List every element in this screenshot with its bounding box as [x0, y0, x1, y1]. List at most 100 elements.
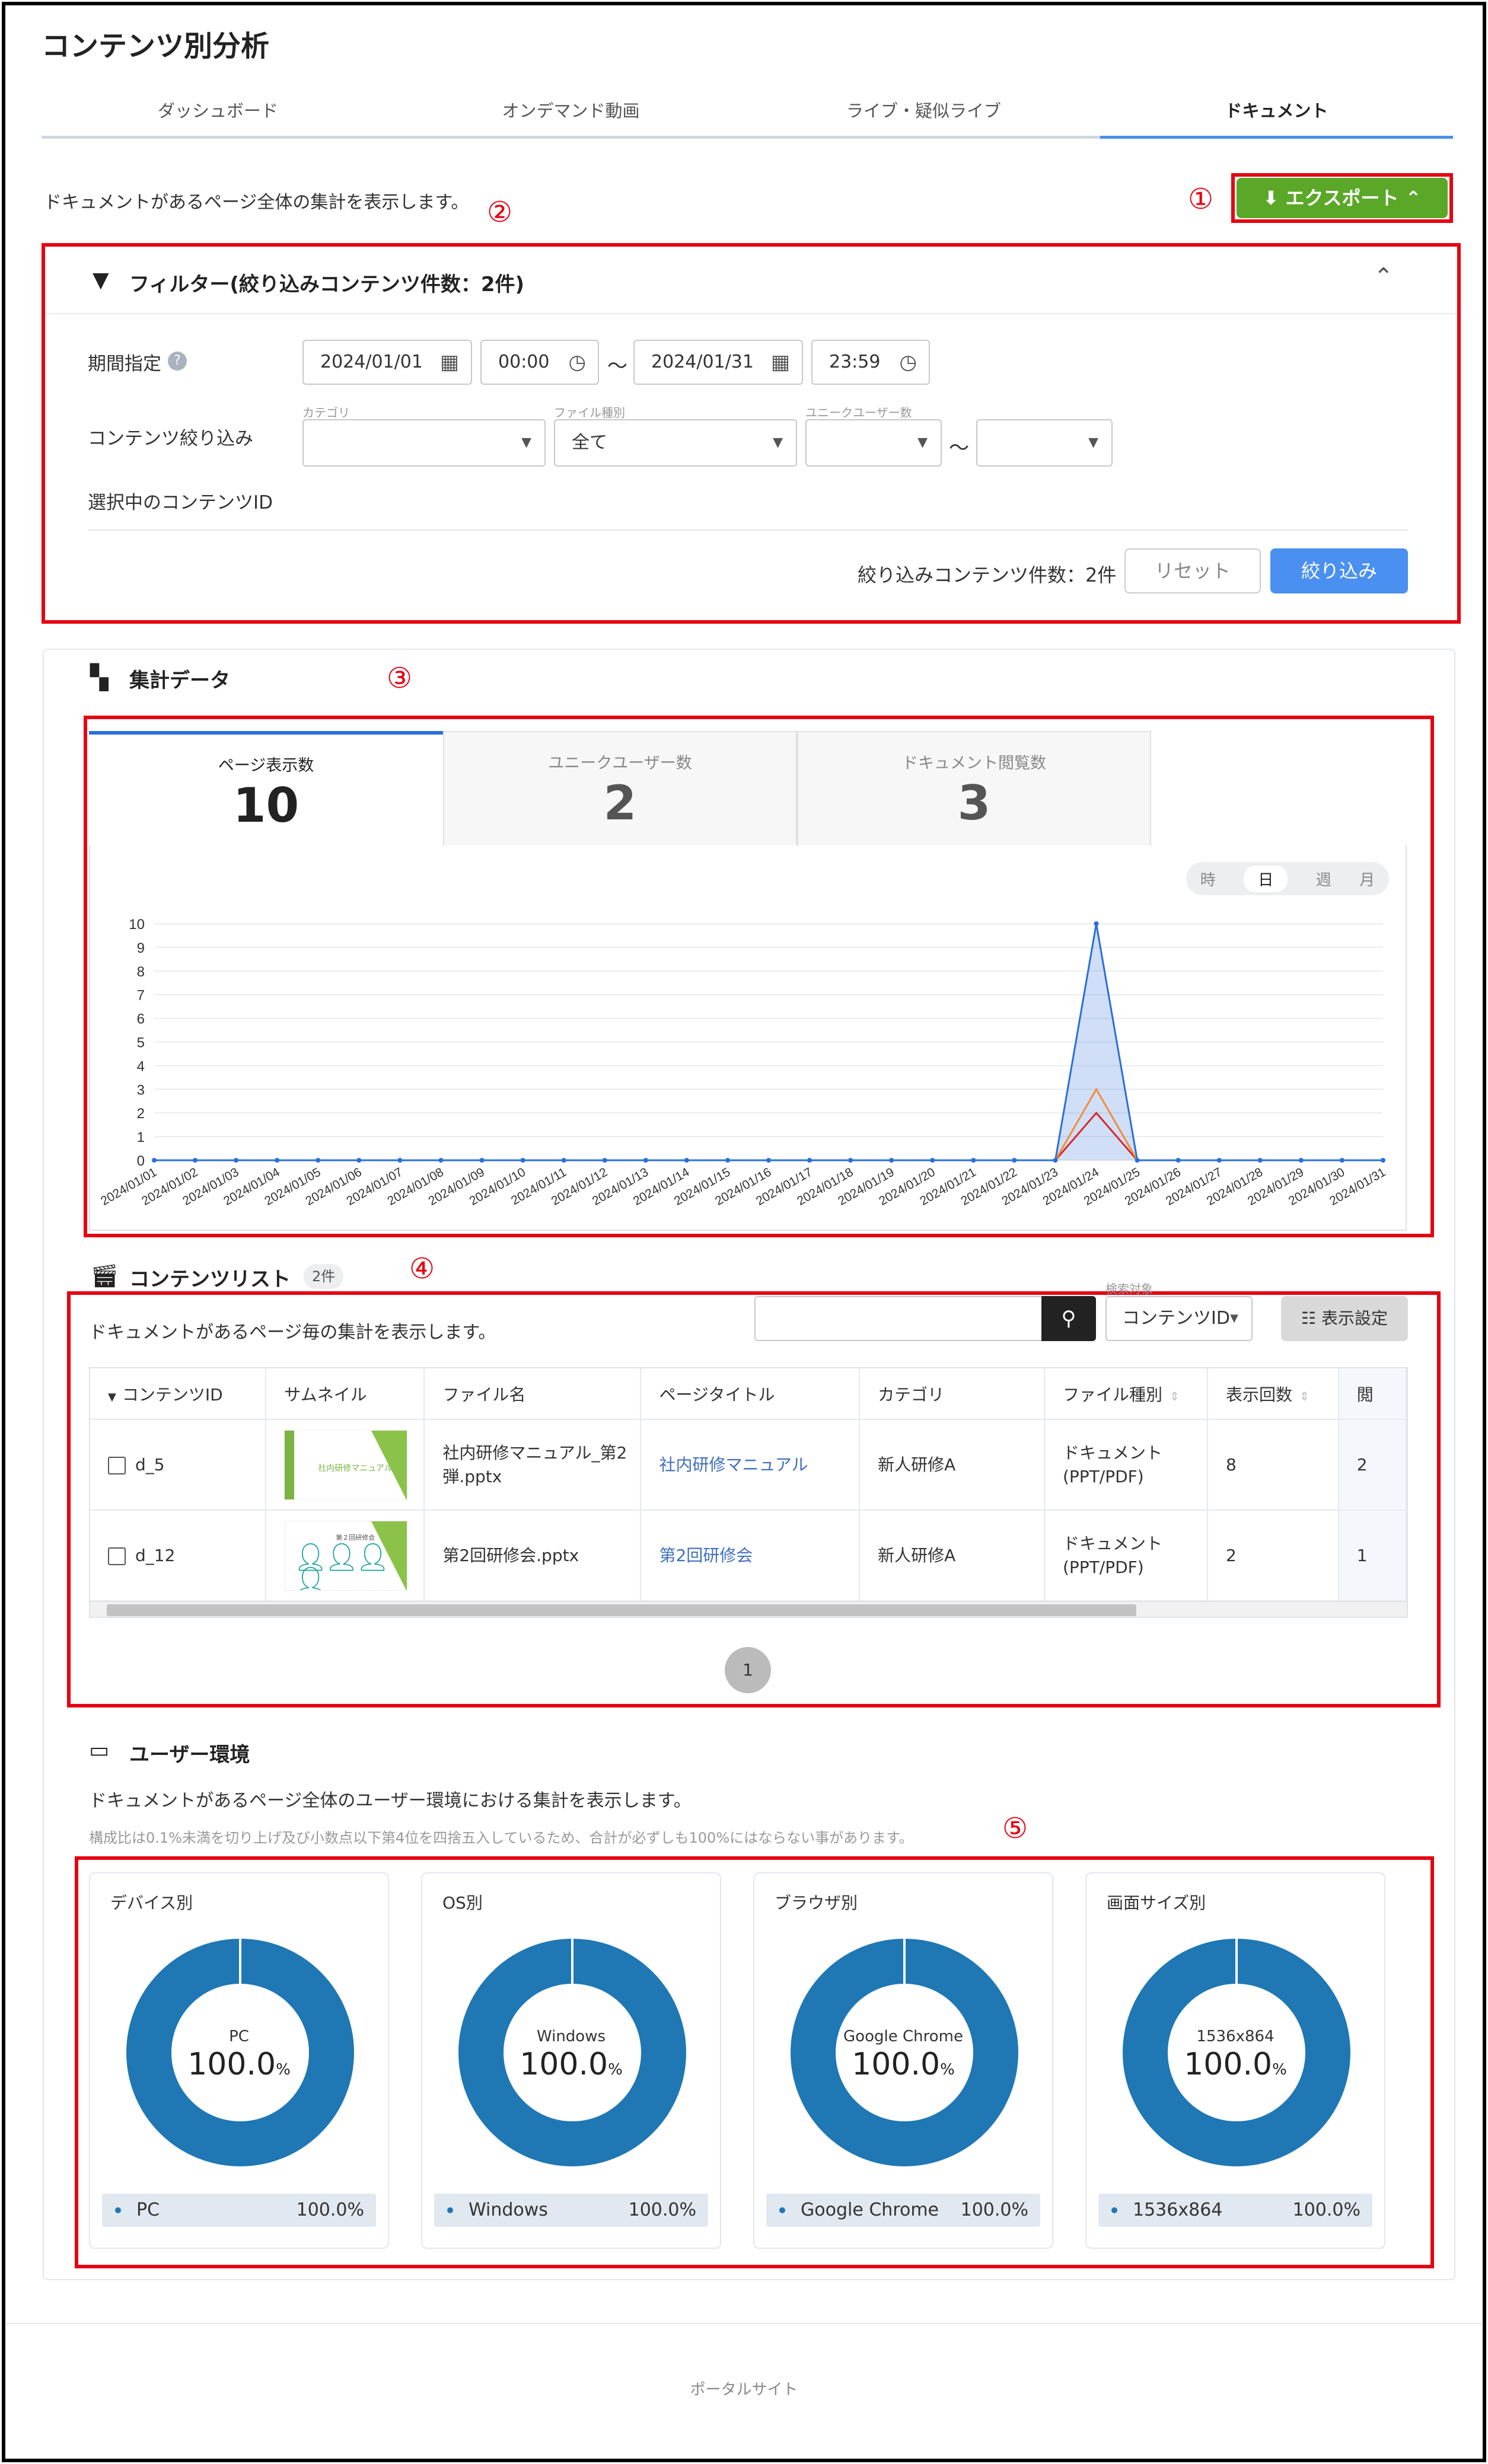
footer-portal-link[interactable]: ポータルサイト [0, 2377, 1488, 2399]
end-time-field[interactable]: 23:59 ◷ [811, 340, 930, 385]
metric-tab-document-views[interactable]: ドキュメント閲覧数 3 [797, 731, 1151, 847]
granularity-day[interactable]: 日 [1244, 865, 1288, 892]
filter-count-text: 絞り込みコンテンツ件数：2件 [858, 564, 1117, 586]
category-select[interactable]: ▼ [302, 419, 546, 467]
tab-dashboard[interactable]: ダッシュボード [42, 83, 394, 136]
unique-users-min-select[interactable]: ▼ [805, 419, 942, 467]
row-checkbox[interactable] [108, 1456, 126, 1474]
cell-filetype: ドキュメント(PPT/PDF) [1044, 1510, 1208, 1601]
data-point [438, 1158, 444, 1163]
start-date-field[interactable]: 2024/01/01 ▦ [302, 340, 472, 385]
donut-center-value: 100.0% [1086, 2047, 1384, 2082]
y-tick-label: 5 [137, 1035, 145, 1051]
data-point [848, 1158, 853, 1163]
start-date-value: 2024/01/01 [320, 352, 423, 372]
data-point [1381, 1158, 1385, 1163]
cell-content-id: d_12 [90, 1510, 267, 1601]
contents-description: ドキュメントがあるページ毎の集計を表示します。 [89, 1322, 496, 1343]
data-point [397, 1158, 403, 1163]
legend-value: 100.0% [1292, 2200, 1360, 2220]
environment-title: ユーザー環境 [129, 1743, 250, 1767]
search-button[interactable]: ⚲ [1041, 1296, 1096, 1341]
marker-3: ③ [387, 662, 413, 695]
legend-row: 1536x864 100.0% [1098, 2194, 1372, 2227]
donut-center-value: 100.0% [90, 2047, 388, 2082]
granularity-hour[interactable]: 時 [1200, 868, 1216, 890]
clapperboard-icon: 🎬︎ [90, 1263, 119, 1289]
column-header-content-id[interactable]: ▼ コンテンツID [90, 1368, 267, 1420]
start-time-value: 00:00 [498, 352, 550, 372]
content-tabs: ダッシュボード オンデマンド動画 ライブ・疑似ライブ ドキュメント [42, 83, 1453, 139]
cell-page-title: 社内研修マニュアル [641, 1419, 861, 1511]
filter-title: フィルター(絞り込みコンテンツ件数：2件) [129, 273, 525, 296]
export-button[interactable]: ⬇ エクスポート ⌃ [1237, 178, 1448, 218]
data-point [1012, 1158, 1017, 1163]
y-tick-label: 6 [137, 1011, 145, 1027]
value-text: 100.0 [520, 2047, 608, 2082]
value-text: 100.0 [1184, 2047, 1273, 2082]
contents-table: ▼ コンテンツID サムネイル ファイル名 ページタイトル カテゴリ ファイル種別… [89, 1367, 1408, 1618]
pagination-page-1[interactable]: 1 [725, 1647, 771, 1693]
search-target-value: コンテンツID [1122, 1308, 1230, 1329]
table-row: d_12 第２回研修会 👤︎👤︎👤︎👤︎ 第2回研修会.pptx 第2回研修会 … [90, 1510, 1407, 1601]
legend-value: 100.0% [296, 2200, 364, 2220]
filter-header[interactable]: ▼ フィルター(絞り込みコンテンツ件数：2件) ⌃ [45, 247, 1457, 314]
column-header-partial: 閲 [1338, 1368, 1407, 1420]
row-checkbox[interactable] [108, 1547, 126, 1565]
donut-center-value: 100.0% [754, 2047, 1052, 2082]
reset-button[interactable]: リセット [1124, 548, 1261, 593]
column-header-filetype[interactable]: ファイル種別 ⇕ [1044, 1368, 1208, 1420]
data-point [643, 1158, 648, 1163]
environment-note: 構成比は0.1%未満を切り上げ及び小数点以下第4位を四捨五入しているため、合計が… [89, 1830, 913, 1846]
tab-live[interactable]: ライブ・疑似ライブ [747, 83, 1100, 136]
filter-divider [88, 529, 1408, 531]
scrollbar-thumb[interactable] [107, 1604, 1136, 1616]
end-time-value: 23:59 [829, 352, 881, 372]
search-target-select[interactable]: コンテンツID ▼ [1105, 1296, 1253, 1341]
table-row: d_5 社内研修マニュアル 社内研修マニュアル_第2弾.pptx 社内研修マニュ… [90, 1419, 1407, 1511]
data-point [971, 1158, 976, 1163]
donut-center-label: 1536x864 [1196, 2028, 1274, 2045]
collapse-chevron-icon[interactable]: ⌃ [1374, 263, 1394, 291]
metric-tab-page-views[interactable]: ページ表示数 10 [89, 731, 443, 847]
metric-tab-unique-users[interactable]: ユニークユーザー数 2 [443, 731, 797, 847]
page-title-link[interactable]: 第2回研修会 [659, 1546, 753, 1565]
column-header-thumbnail: サムネイル [266, 1368, 425, 1420]
legend-row: Windows 100.0% [434, 2194, 708, 2227]
cell-category: 新人研修A [859, 1419, 1045, 1511]
data-point [1339, 1158, 1344, 1163]
granularity-week[interactable]: 週 [1316, 868, 1331, 890]
granularity-month[interactable]: 月 [1359, 868, 1375, 890]
apply-filter-button[interactable]: 絞り込み [1270, 548, 1408, 593]
end-date-field[interactable]: 2024/01/31 ▦ [633, 340, 803, 385]
legend-dot [447, 2207, 453, 2213]
legend-dot [1111, 2207, 1117, 2213]
legend-value: 100.0% [960, 2200, 1028, 2220]
page-title-link[interactable]: 社内研修マニュアル [659, 1455, 808, 1474]
unique-users-max-select[interactable]: ▼ [976, 419, 1113, 467]
legend-name: PC [136, 2200, 160, 2220]
period-label: 期間指定 [88, 353, 161, 375]
cell-filetype: ドキュメント(PPT/PDF) [1044, 1419, 1208, 1511]
unit-text: % [940, 2061, 955, 2079]
caret-down-icon: ▼ [1088, 435, 1098, 450]
devices-icon: ▭ [89, 1738, 110, 1763]
dashboard-icon: ▚ [90, 664, 109, 691]
metric-value: 2 [603, 775, 637, 831]
display-settings-button[interactable]: ☷ 表示設定 [1281, 1296, 1408, 1341]
column-header-views[interactable]: 表示回数 ⇕ [1207, 1368, 1339, 1420]
tab-document[interactable]: ドキュメント [1100, 83, 1453, 139]
data-point [725, 1158, 730, 1163]
filetype-select[interactable]: 全て ▼ [554, 419, 797, 467]
help-icon[interactable]: ? [168, 352, 187, 371]
tab-ondemand[interactable]: オンデマンド動画 [394, 83, 747, 136]
column-label: ファイル種別 [1062, 1384, 1162, 1405]
contents-search-input[interactable] [754, 1296, 1043, 1341]
start-time-field[interactable]: 00:00 ◷ [480, 340, 599, 385]
page-title: コンテンツ別分析 [42, 30, 270, 63]
content-id-text: d_12 [135, 1545, 176, 1565]
unit-text: % [276, 2061, 291, 2079]
environment-description: ドキュメントがあるページ全体のユーザー環境における集計を表示します。 [89, 1790, 692, 1811]
horizontal-scrollbar[interactable] [90, 1601, 1407, 1617]
data-point [234, 1158, 239, 1163]
